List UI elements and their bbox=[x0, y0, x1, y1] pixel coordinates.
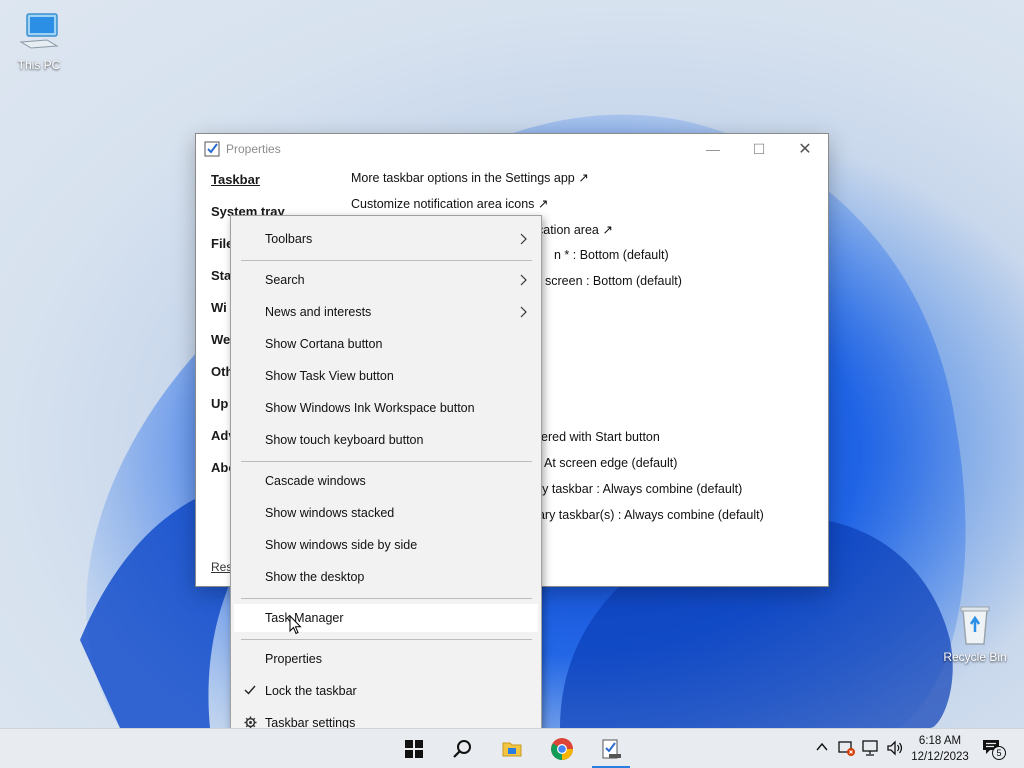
mouse-pointer-icon bbox=[289, 615, 302, 635]
taskbar[interactable]: 6:18 AM 12/12/2023 5 bbox=[0, 728, 1024, 768]
menu-separator bbox=[241, 598, 532, 599]
menu-item-toolbars[interactable]: Toolbars bbox=[234, 225, 538, 253]
window-title: Properties bbox=[226, 142, 281, 156]
file-explorer-icon bbox=[502, 742, 522, 757]
taskbar-alignment-setting[interactable]: ered with Start button bbox=[541, 430, 660, 444]
taskbar-context-menu: Toolbars Search News and interests Show … bbox=[230, 215, 542, 747]
menu-item-show-cortana-button[interactable]: Show Cortana button bbox=[234, 330, 538, 358]
minimize-button[interactable]: — bbox=[690, 134, 736, 164]
close-button[interactable]: ✕ bbox=[782, 134, 828, 164]
menu-item-label: Show Task View button bbox=[265, 369, 394, 383]
chrome-icon bbox=[551, 738, 573, 760]
chevron-right-icon bbox=[520, 233, 527, 245]
notification-center-button[interactable]: 5 bbox=[982, 739, 1008, 761]
menu-item-properties[interactable]: Properties bbox=[234, 645, 538, 673]
menu-item-news-and-interests[interactable]: News and interests bbox=[234, 298, 538, 326]
desktop-icon-label: Recycle Bin bbox=[943, 650, 1007, 664]
network-icon[interactable] bbox=[862, 739, 880, 757]
chevron-right-icon bbox=[520, 306, 527, 318]
start-button-setting[interactable]: At screen edge (default) bbox=[544, 456, 677, 470]
nav-item-taskbar[interactable]: Taskbar bbox=[211, 172, 285, 204]
volume-icon[interactable] bbox=[886, 739, 904, 757]
desktop-icon-recycle-bin[interactable]: Recycle Bin bbox=[938, 602, 1012, 664]
menu-item-show-windows-side-by-side[interactable]: Show windows side by side bbox=[234, 531, 538, 559]
menu-item-label: Lock the taskbar bbox=[265, 684, 357, 698]
taskbar-clock[interactable]: 6:18 AM 12/12/2023 bbox=[908, 733, 972, 765]
menu-separator bbox=[241, 639, 532, 640]
checklist-app-icon bbox=[204, 141, 220, 157]
menu-item-label: Show Windows Ink Workspace button bbox=[265, 401, 475, 415]
security-alert-icon[interactable] bbox=[838, 739, 856, 757]
menu-separator bbox=[241, 461, 532, 462]
menu-item-label: Task Manager bbox=[265, 611, 344, 625]
menu-item-search[interactable]: Search bbox=[234, 266, 538, 294]
chrome-button[interactable] bbox=[548, 735, 576, 763]
taskbar-position-setting[interactable]: n * : Bottom (default) bbox=[554, 248, 669, 262]
menu-item-label: News and interests bbox=[265, 305, 372, 319]
menu-item-label: Properties bbox=[265, 652, 322, 666]
file-explorer-button[interactable] bbox=[498, 735, 526, 763]
primary-combine-setting[interactable]: ry taskbar : Always combine (default) bbox=[538, 482, 742, 496]
menu-item-label: Show the desktop bbox=[265, 570, 365, 584]
recycle-bin-icon bbox=[960, 606, 990, 645]
notification-area-link[interactable]: cation area ↗ bbox=[537, 222, 613, 237]
menu-item-cascade-windows[interactable]: Cascade windows bbox=[234, 467, 538, 495]
clock-time: 6:18 AM bbox=[918, 735, 962, 747]
menu-item-lock-the-taskbar[interactable]: Lock the taskbar bbox=[234, 677, 538, 705]
properties-app-button[interactable] bbox=[597, 735, 625, 763]
secondary-combine-setting[interactable]: dary taskbar(s) : Always combine (defaul… bbox=[531, 508, 764, 522]
properties-app-icon bbox=[602, 739, 621, 759]
search-icon bbox=[453, 740, 471, 758]
menu-item-show-task-view-button[interactable]: Show Task View button bbox=[234, 362, 538, 390]
menu-item-label: Toolbars bbox=[265, 232, 313, 246]
menu-item-task-manager[interactable]: Task Manager bbox=[234, 604, 538, 632]
chevron-up-icon[interactable] bbox=[816, 742, 828, 752]
menu-item-label: Search bbox=[265, 273, 305, 287]
menu-item-label: Show windows side by side bbox=[265, 538, 418, 552]
computer-icon bbox=[19, 13, 59, 49]
menu-item-label: Cascade windows bbox=[265, 474, 366, 488]
menu-item-show-the-desktop[interactable]: Show the desktop bbox=[234, 563, 538, 591]
notification-count-badge: 5 bbox=[992, 746, 1006, 760]
desktop-icon-this-pc[interactable]: This PC bbox=[2, 10, 76, 72]
menu-item-show-touch-keyboard-button[interactable]: Show touch keyboard button bbox=[234, 426, 538, 454]
menu-item-show-windows-stacked[interactable]: Show windows stacked bbox=[234, 499, 538, 527]
clock-date: 12/12/2023 bbox=[911, 751, 969, 763]
desktop-icon-label: This PC bbox=[17, 58, 61, 72]
secondary-position-setting[interactable]: screen : Bottom (default) bbox=[545, 274, 682, 288]
checkmark-icon bbox=[244, 685, 256, 695]
start-icon bbox=[405, 740, 423, 758]
menu-item-label: Show Cortana button bbox=[265, 337, 383, 351]
menu-item-label: Show windows stacked bbox=[265, 506, 395, 520]
search-button[interactable] bbox=[448, 735, 476, 763]
chevron-right-icon bbox=[520, 274, 527, 286]
menu-item-label: Show touch keyboard button bbox=[265, 433, 424, 447]
menu-separator bbox=[241, 260, 532, 261]
menu-item-show-ink-workspace-button[interactable]: Show Windows Ink Workspace button bbox=[234, 394, 538, 422]
notification-icons-link[interactable]: Customize notification area icons ↗ bbox=[351, 196, 548, 211]
settings-app-link[interactable]: More taskbar options in the Settings app… bbox=[351, 170, 589, 185]
start-button[interactable] bbox=[400, 735, 428, 763]
maximize-button[interactable]: ☐ bbox=[736, 134, 782, 164]
